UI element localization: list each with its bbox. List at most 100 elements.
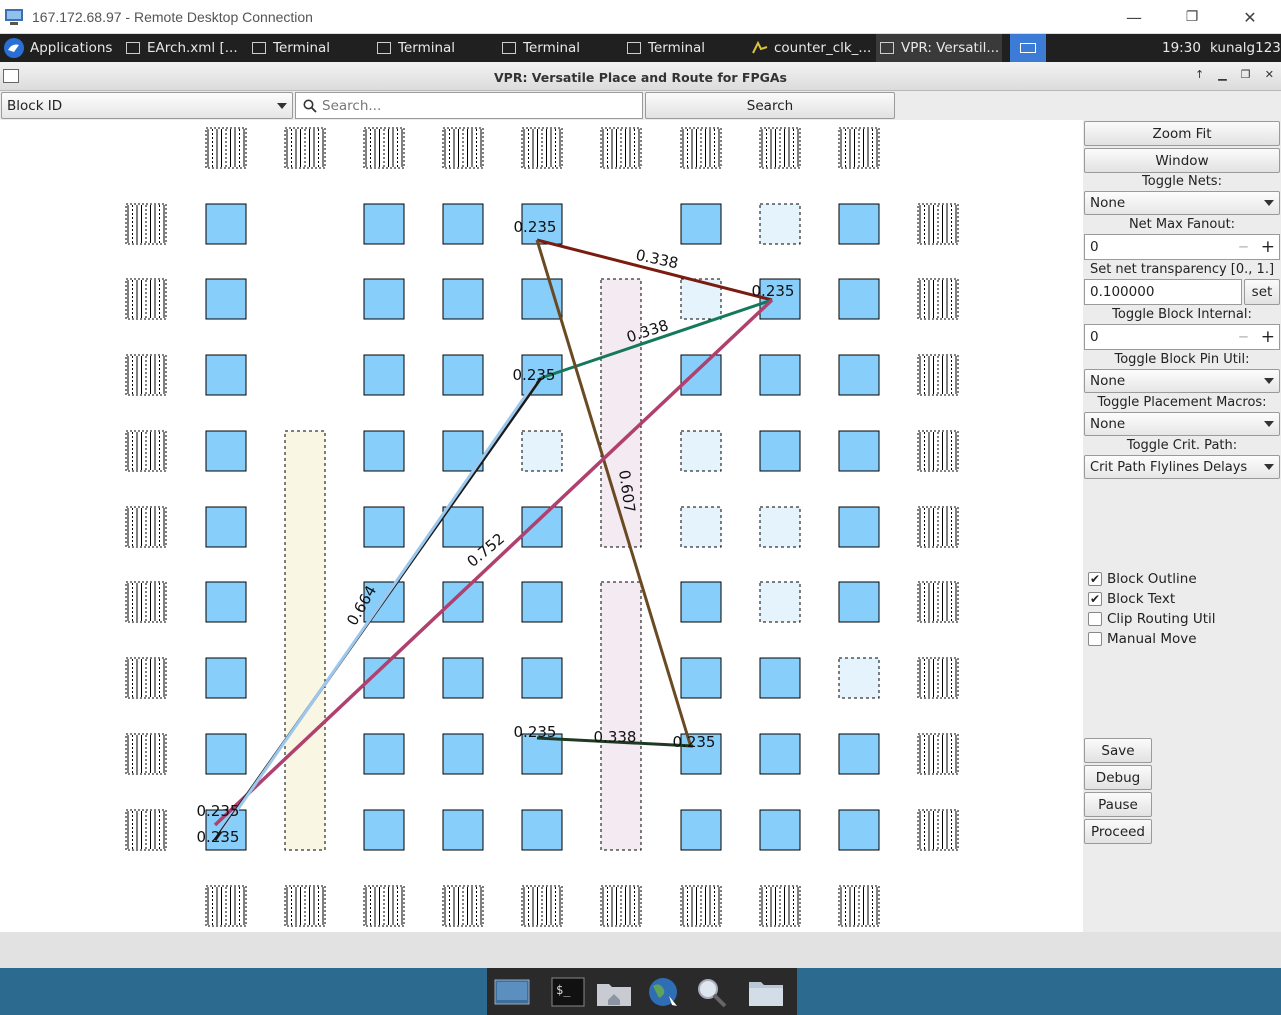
search-toolbar: Block ID Search... Search	[0, 91, 1281, 120]
block-text-checkbox[interactable]: ✔ Block Text	[1088, 591, 1175, 607]
io-block	[917, 809, 959, 851]
search-icon[interactable]	[693, 976, 731, 1008]
taskbar-item-label: Terminal	[523, 40, 581, 56]
home-folder-icon[interactable]	[595, 976, 633, 1008]
top-panel: Applications EArch.xml [... Terminal Ter…	[0, 34, 1281, 62]
close-button[interactable]: ✕	[1221, 0, 1279, 34]
taskbar-item-terminal-1[interactable]: Terminal	[252, 34, 370, 62]
io-block	[125, 581, 167, 623]
decrement-icon[interactable]: −	[1238, 239, 1249, 255]
zoom-fit-button[interactable]: Zoom Fit	[1084, 121, 1280, 146]
block-outline-checkbox[interactable]: ✔ Block Outline	[1088, 571, 1197, 587]
clb-block	[759, 430, 801, 472]
pin-util-value: None	[1090, 373, 1126, 389]
maximize-icon[interactable]: ❐	[1241, 68, 1251, 86]
dock: $_	[487, 968, 797, 1015]
toggle-nets-dropdown[interactable]: None	[1084, 191, 1280, 215]
manual-move-checkbox[interactable]: Manual Move	[1088, 631, 1197, 647]
clb-block	[205, 203, 247, 245]
taskbar-item-label: EArch.xml [...	[147, 40, 238, 56]
increment-icon[interactable]: +	[1261, 237, 1275, 257]
block-internal-label: Toggle Block Internal:	[1112, 307, 1252, 322]
desktop-icon	[1020, 43, 1036, 53]
chevron-down-icon	[1264, 421, 1274, 427]
pin-util-dropdown[interactable]: None	[1084, 369, 1280, 393]
taskbar-item-vpr[interactable]: VPR: Versatil...	[876, 34, 1002, 62]
status-bar	[0, 932, 1281, 968]
clb-block	[838, 733, 880, 775]
clb-block	[838, 278, 880, 320]
pause-button[interactable]: Pause	[1084, 792, 1152, 817]
clock: 19:30	[1162, 40, 1201, 56]
delay-label: 0.235	[514, 723, 557, 741]
fpga-layout[interactable]: 0.2350.3380.2350.3380.2350.6070.7520.664…	[0, 120, 1083, 932]
clb-block	[363, 733, 405, 775]
file-manager-icon[interactable]	[747, 976, 785, 1008]
minimize-button[interactable]: —	[1105, 0, 1163, 34]
io-block	[917, 430, 959, 472]
taskbar-item-terminal-3[interactable]: Terminal	[502, 34, 620, 62]
increment-icon[interactable]: +	[1261, 327, 1275, 347]
search-input[interactable]: Search...	[295, 92, 643, 119]
search-button[interactable]: Search	[645, 92, 895, 119]
clb-block	[838, 203, 880, 245]
clb-block	[363, 430, 405, 472]
checkbox-icon: ✔	[1088, 572, 1102, 586]
window-icon	[880, 42, 894, 54]
waveform-viewer-icon	[752, 41, 768, 54]
show-desktop-icon[interactable]	[493, 976, 531, 1008]
clb-block	[838, 506, 880, 548]
io-block	[917, 733, 959, 775]
taskbar-item-counter-clk[interactable]: counter_clk_...	[752, 34, 872, 62]
minimize-icon[interactable]: ▁	[1218, 68, 1226, 86]
clip-routing-checkbox[interactable]: Clip Routing Util	[1088, 611, 1216, 627]
taskbar-item-terminal-2[interactable]: Terminal	[377, 34, 495, 62]
search-icon	[303, 99, 317, 113]
block-internal-spinbox[interactable]: 0 − +	[1084, 324, 1280, 350]
checkbox-label: Block Outline	[1107, 571, 1197, 587]
io-block	[838, 885, 880, 927]
shade-icon[interactable]: ↑	[1195, 68, 1204, 86]
terminal-icon[interactable]: $_	[549, 976, 587, 1008]
decrement-icon[interactable]: −	[1238, 329, 1249, 345]
io-block	[125, 506, 167, 548]
taskbar-item-earch[interactable]: EArch.xml [...	[126, 34, 246, 62]
applications-menu[interactable]: Applications	[2, 34, 120, 62]
window-button[interactable]: Window	[1084, 148, 1280, 173]
control-panel: Zoom Fit Window Toggle Nets: None Net Ma…	[1083, 120, 1281, 932]
debug-button[interactable]: Debug	[1084, 765, 1152, 790]
show-desktop-button[interactable]	[1010, 34, 1046, 62]
chevron-down-icon	[1264, 200, 1274, 206]
taskbar-item-label: VPR: Versatil...	[901, 40, 1000, 56]
search-type-dropdown[interactable]: Block ID	[1, 92, 293, 119]
checkbox-label: Manual Move	[1107, 631, 1197, 647]
fpga-canvas[interactable]: 0.235 0.338 0.235 0.338 0.235 0.607 0.752 0.664…	[0, 120, 1083, 932]
web-browser-icon[interactable]	[645, 976, 683, 1008]
close-icon[interactable]: ✕	[1265, 68, 1274, 86]
taskbar-item-terminal-4[interactable]: Terminal	[627, 34, 745, 62]
save-button[interactable]: Save	[1084, 738, 1152, 763]
set-transparency-button[interactable]: set	[1244, 279, 1280, 305]
proceed-button[interactable]: Proceed	[1084, 819, 1152, 844]
net-max-fanout-spinbox[interactable]: 0 − +	[1084, 234, 1280, 260]
crit-path-dropdown[interactable]: Crit Path Flylines Delays	[1084, 455, 1280, 479]
crit-path-label: Toggle Crit. Path:	[1126, 438, 1238, 453]
io-block	[917, 278, 959, 320]
clb-block	[759, 354, 801, 396]
delay-label: 0.338	[634, 246, 680, 273]
clb-block	[521, 657, 563, 699]
clb-block	[442, 506, 484, 548]
clb-block	[680, 203, 722, 245]
macros-dropdown[interactable]: None	[1084, 412, 1280, 436]
delay-label: 0.235	[752, 282, 795, 300]
clb-block	[205, 733, 247, 775]
transparency-input[interactable]: 0.100000	[1084, 279, 1242, 305]
clb-block	[363, 354, 405, 396]
taskbar-item-label: Terminal	[273, 40, 331, 56]
clb-block	[442, 354, 484, 396]
user-name[interactable]: kunalg123	[1210, 34, 1281, 62]
io-block	[284, 127, 326, 169]
macros-value: None	[1090, 416, 1126, 432]
maximize-button[interactable]: ❐	[1163, 0, 1221, 34]
io-block	[917, 203, 959, 245]
